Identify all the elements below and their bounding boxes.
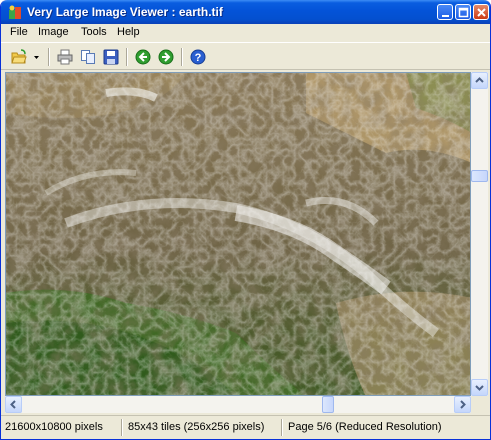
horizontal-scroll-thumb[interactable] <box>322 396 334 413</box>
vertical-scrollbar[interactable] <box>471 72 488 396</box>
toolbar: ? <box>1 42 490 70</box>
menu-help[interactable]: Help <box>117 26 140 38</box>
forward-icon[interactable] <box>156 47 176 67</box>
help-icon[interactable]: ? <box>188 47 208 67</box>
svg-text:?: ? <box>195 52 202 64</box>
maximize-button[interactable] <box>455 4 471 20</box>
copy-icon[interactable] <box>78 47 98 67</box>
menu-tools[interactable]: Tools <box>81 26 107 38</box>
menu-file[interactable]: File <box>10 26 28 38</box>
status-dimensions: 21600x10800 pixels <box>5 421 103 433</box>
app-window: Very Large Image Viewer : earth.tif File… <box>0 0 491 440</box>
title-bar[interactable]: Very Large Image Viewer : earth.tif <box>1 0 490 24</box>
toolbar-separator <box>126 48 128 66</box>
window-title: Very Large Image Viewer : earth.tif <box>27 5 223 19</box>
scroll-left-button[interactable] <box>5 396 22 413</box>
scrollbar-corner <box>471 396 488 413</box>
toolbar-separator <box>48 48 50 66</box>
toolbar-separator <box>181 48 183 66</box>
satellite-image <box>6 73 470 395</box>
scroll-up-button[interactable] <box>471 72 488 89</box>
open-folder-icon[interactable] <box>9 47 29 67</box>
print-icon[interactable] <box>55 47 75 67</box>
close-button[interactable] <box>473 4 489 20</box>
status-tiles: 85x43 tiles (256x256 pixels) <box>128 421 265 433</box>
scroll-right-button[interactable] <box>454 396 471 413</box>
scroll-down-button[interactable] <box>471 379 488 396</box>
status-divider <box>281 419 283 436</box>
back-icon[interactable] <box>133 47 153 67</box>
menu-bar: File Image Tools Help <box>1 24 490 42</box>
menu-image[interactable]: Image <box>38 26 69 38</box>
status-bar: 21600x10800 pixels 85x43 tiles (256x256 … <box>1 415 490 439</box>
vertical-scroll-thumb[interactable] <box>471 170 488 182</box>
minimize-button[interactable] <box>437 4 453 20</box>
status-page: Page 5/6 (Reduced Resolution) <box>288 421 442 433</box>
status-divider <box>121 419 123 436</box>
app-icon <box>7 4 23 20</box>
dropdown-arrow-icon[interactable] <box>31 47 41 67</box>
save-icon[interactable] <box>101 47 121 67</box>
image-viewport[interactable] <box>5 72 471 396</box>
horizontal-scrollbar[interactable] <box>5 396 471 413</box>
